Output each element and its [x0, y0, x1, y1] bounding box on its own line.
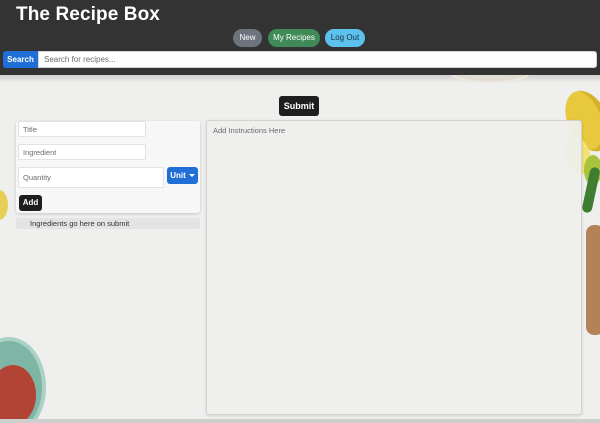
logout-button[interactable]: Log Out	[325, 29, 365, 47]
background-mushroom-image	[586, 225, 600, 335]
caret-down-icon	[188, 174, 195, 178]
unit-label: Unit	[170, 171, 186, 180]
ingredients-list: Ingredients go here on submit	[16, 218, 200, 229]
submit-button[interactable]: Submit	[279, 96, 319, 116]
instructions-textarea[interactable]	[206, 120, 582, 415]
search-input[interactable]	[38, 51, 597, 68]
top-bar: The Recipe Box New My Recipes Log Out Se…	[0, 0, 600, 75]
my-recipes-button[interactable]: My Recipes	[268, 29, 320, 47]
quantity-input[interactable]	[18, 167, 164, 188]
app-title: The Recipe Box	[16, 4, 160, 25]
search-button[interactable]: Search	[3, 51, 38, 68]
recipe-editor-area: Submit Unit Add Ingredients go here on s…	[0, 75, 600, 423]
search-bar: Search	[3, 51, 597, 68]
unit-dropdown-button[interactable]: Unit	[167, 167, 198, 184]
bottom-divider	[0, 419, 600, 423]
background-left-lemon-image	[0, 190, 8, 220]
ingredient-input[interactable]	[18, 144, 146, 160]
title-input[interactable]	[18, 121, 146, 137]
add-ingredient-button[interactable]: Add	[19, 195, 42, 211]
ingredient-form: Unit Add	[16, 121, 200, 213]
nav-pills: New My Recipes Log Out	[0, 29, 600, 47]
new-button[interactable]: New	[233, 29, 262, 47]
